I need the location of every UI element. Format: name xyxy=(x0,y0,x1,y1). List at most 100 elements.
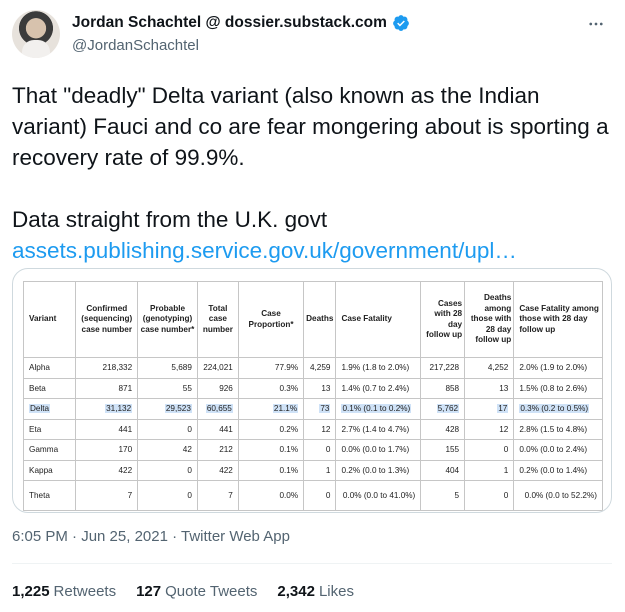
highlight-proportion: 21.1% xyxy=(272,404,299,414)
table-row: Alpha 218,332 5,689 224,021 77.9% 4,259 … xyxy=(22,357,603,379)
highlight-probable: 29,523 xyxy=(164,404,192,414)
cell-proportion: 21.1% xyxy=(237,398,305,420)
author-handle[interactable]: @JordanSchachtel xyxy=(72,37,199,54)
tweet-image[interactable]: Variant Confirmed (sequencing) case numb… xyxy=(12,268,612,513)
verified-badge-icon xyxy=(393,15,409,31)
tweet-link[interactable]: assets.publishing.service.gov.uk/governm… xyxy=(12,238,517,263)
header-deaths28: Deaths among those with 28 day follow up xyxy=(464,281,515,358)
highlight-cfr28: 0.3% (0.2 to 0.5%) xyxy=(519,404,590,414)
cell-confirmed: 218,332 xyxy=(75,357,139,379)
cell-cfr28: 1.5% (0.8 to 2.6%) xyxy=(513,377,603,399)
cell-probable: 29,523 xyxy=(137,398,198,420)
table-row: Eta 441 0 441 0.2% 12 2.7% (1.4 to 4.7%)… xyxy=(22,418,603,440)
cell-variant: Beta xyxy=(22,377,77,399)
likes-count: 2,342 xyxy=(277,583,315,600)
cell-cases28: 858 xyxy=(420,377,466,399)
tweet-text-line1: That "deadly" Delta variant (also known … xyxy=(12,83,609,170)
cell-variant: Eta xyxy=(22,418,77,440)
author-display-name[interactable]: Jordan Schachtel @ dossier.substack.com xyxy=(72,14,387,32)
likes-stat[interactable]: 2,342 Likes xyxy=(277,583,354,600)
tweet-timestamp[interactable]: 6:05 PM · Jun 25, 2021 · Twitter Web App xyxy=(12,528,290,545)
likes-label: Likes xyxy=(318,583,354,600)
cell-proportion: 0.3% xyxy=(237,377,305,399)
cell-deaths: 73 xyxy=(303,398,337,420)
cell-cases28: 217,228 xyxy=(420,357,466,379)
cell-proportion: 0.2% xyxy=(237,418,305,440)
cell-variant: Theta xyxy=(22,480,77,511)
quotes-count: 127 xyxy=(136,583,162,600)
cell-cases28: 155 xyxy=(420,439,466,461)
cell-deaths: 0 xyxy=(303,439,337,461)
variant-table-container: Variant Confirmed (sequencing) case numb… xyxy=(22,281,603,511)
cell-proportion: 0.1% xyxy=(237,439,305,461)
cell-confirmed: 871 xyxy=(75,377,139,399)
header-total: Total case number xyxy=(196,281,239,358)
highlight-variant: Delta xyxy=(29,404,51,414)
cell-total: 926 xyxy=(196,377,239,399)
cell-deaths: 1 xyxy=(303,459,337,481)
header-proportion: Case Proportion* xyxy=(237,281,305,358)
cell-deaths28: 13 xyxy=(464,377,515,399)
header-probable: Probable (genotyping) case number* xyxy=(137,281,198,358)
cell-deaths: 0 xyxy=(303,480,337,511)
cell-deaths28: 12 xyxy=(464,418,515,440)
header-cfr28: Case Fatality among those with 28 day fo… xyxy=(513,281,603,358)
retweets-count: 1,225 xyxy=(12,583,50,600)
cell-total: 224,021 xyxy=(196,357,239,379)
cell-cfr: 0.1% (0.1 to 0.2%) xyxy=(335,398,422,420)
cell-cfr28: 0.0% (0.0 to 2.4%) xyxy=(513,439,603,461)
divider-top xyxy=(12,563,612,564)
cell-total: 7 xyxy=(196,480,239,511)
tweet-text: That "deadly" Delta variant (also known … xyxy=(12,80,612,266)
cell-deaths28: 4,252 xyxy=(464,357,515,379)
author-name-line: Jordan Schachtel @ dossier.substack.com xyxy=(72,14,410,32)
cell-total: 212 xyxy=(196,439,239,461)
cell-probable: 55 xyxy=(137,377,198,399)
cell-cfr28: 2.0% (1.9 to 2.0%) xyxy=(513,357,603,379)
highlight-cases28: 5,762 xyxy=(436,404,460,414)
cell-deaths28: 1 xyxy=(464,459,515,481)
cell-probable: 5,689 xyxy=(137,357,198,379)
cell-total: 60,655 xyxy=(196,398,239,420)
cell-probable: 42 xyxy=(137,439,198,461)
highlight-deaths28: 17 xyxy=(497,404,509,414)
table-row-delta-highlighted: Delta 31,132 29,523 60,655 21.1% 73 0.1%… xyxy=(22,398,603,420)
avatar[interactable] xyxy=(12,10,60,58)
cell-confirmed: 170 xyxy=(75,439,139,461)
cell-cfr28: 0.0% (0.0 to 52.2%) xyxy=(513,480,603,511)
table-row: Beta 871 55 926 0.3% 13 1.4% (0.7 to 2.4… xyxy=(22,377,603,399)
table-row: Kappa 422 0 422 0.1% 1 0.2% (0.0 to 1.3%… xyxy=(22,459,603,481)
cell-proportion: 77.9% xyxy=(237,357,305,379)
cell-variant: Alpha xyxy=(22,357,77,379)
cell-cfr: 1.4% (0.7 to 2.4%) xyxy=(335,377,422,399)
cell-cfr: 1.9% (1.8 to 2.0%) xyxy=(335,357,422,379)
quotes-label: Quote Tweets xyxy=(165,583,258,600)
highlight-total: 60,655 xyxy=(205,404,233,414)
cell-probable: 0 xyxy=(137,418,198,440)
cell-probable: 0 xyxy=(137,459,198,481)
cell-deaths: 13 xyxy=(303,377,337,399)
cell-total: 422 xyxy=(196,459,239,481)
cell-variant: Kappa xyxy=(22,459,77,481)
cell-proportion: 0.1% xyxy=(237,459,305,481)
cell-confirmed: 7 xyxy=(75,480,139,511)
header-cases28: Cases with 28 day follow up xyxy=(420,281,466,358)
header-deaths: Deaths xyxy=(303,281,337,358)
engagement-stats: 1,225 Retweets 127 Quote Tweets 2,342 Likes xyxy=(12,583,354,600)
header-cfr: Case Fatality xyxy=(335,281,422,358)
cell-variant: Gamma xyxy=(22,439,77,461)
cell-confirmed: 31,132 xyxy=(75,398,139,420)
tweet-header: Jordan Schachtel @ dossier.substack.com … xyxy=(12,10,612,58)
quotes-stat[interactable]: 127 Quote Tweets xyxy=(136,583,257,600)
cell-cases28: 404 xyxy=(420,459,466,481)
more-options-icon[interactable] xyxy=(582,10,610,38)
retweets-stat[interactable]: 1,225 Retweets xyxy=(12,583,116,600)
cell-cfr: 2.7% (1.4 to 4.7%) xyxy=(335,418,422,440)
cell-cfr28: 0.2% (0.0 to 1.4%) xyxy=(513,459,603,481)
cell-proportion: 0.0% xyxy=(237,480,305,511)
cell-cases28: 428 xyxy=(420,418,466,440)
highlight-confirmed: 31,132 xyxy=(105,404,133,414)
cell-total: 441 xyxy=(196,418,239,440)
cell-deaths28: 0 xyxy=(464,439,515,461)
tweet-text-line2: Data straight from the U.K. govt xyxy=(12,207,328,232)
